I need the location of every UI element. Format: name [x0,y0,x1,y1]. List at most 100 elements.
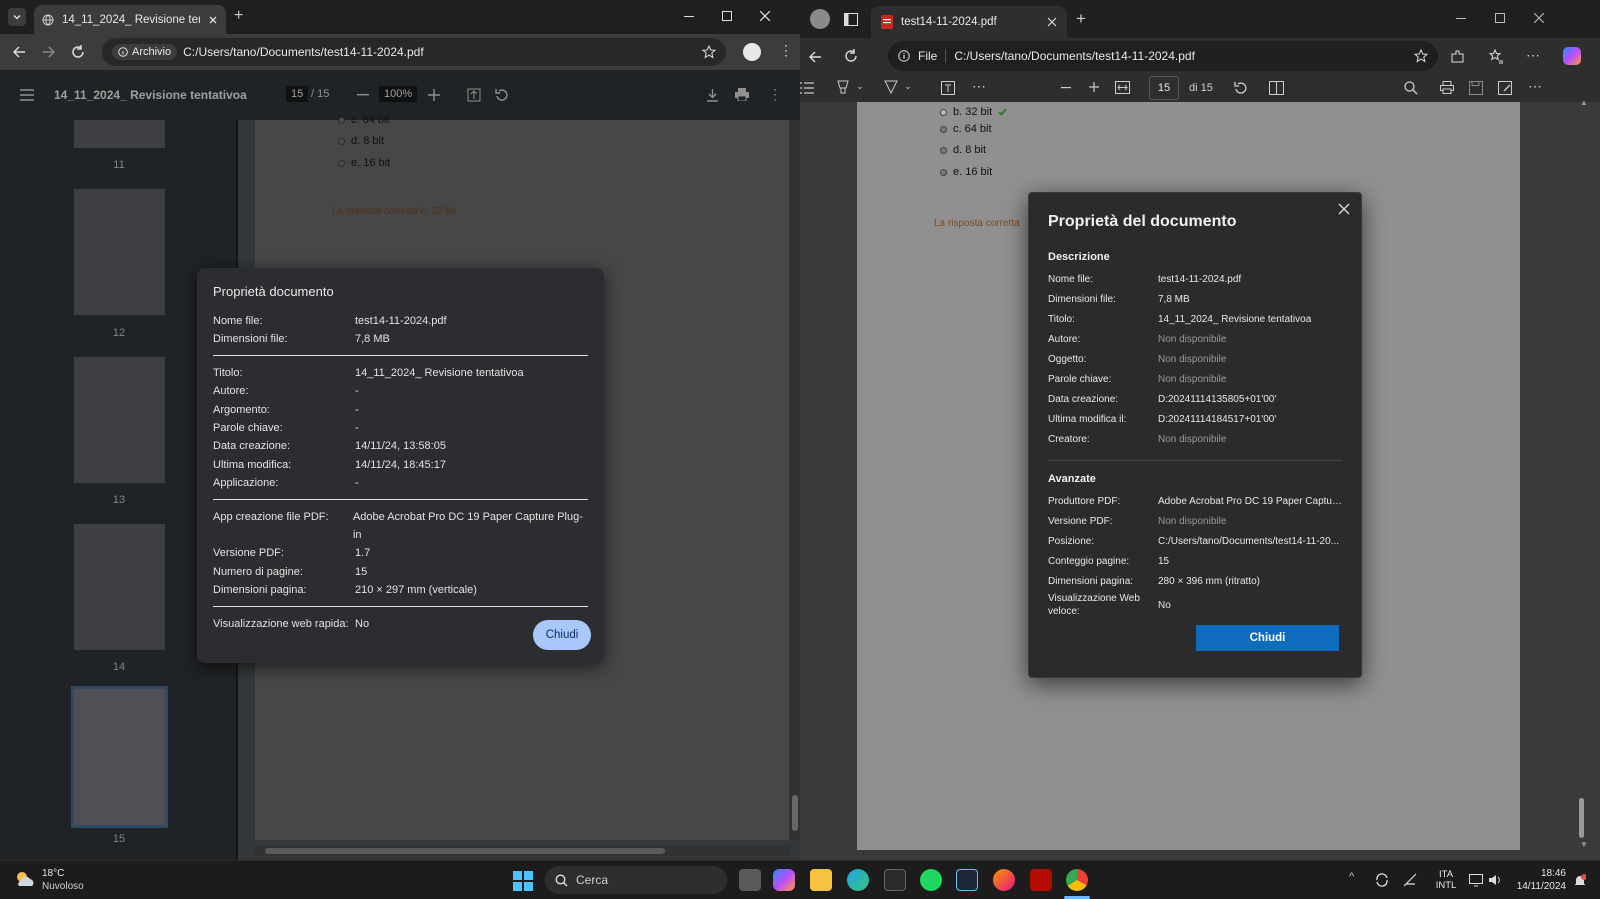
sync-icon[interactable] [1375,873,1389,887]
more-tools-icon[interactable]: ⋯ [972,79,986,93]
answer-option-selected: b. 32 bit [940,106,1007,118]
extensions-icon[interactable] [1450,49,1465,64]
tab-search-icon[interactable] [8,8,26,26]
globe-icon [42,14,54,26]
property-row: Dimensioni file: 7,8 MB [213,333,390,346]
close-button[interactable]: Chiudi [1196,625,1339,651]
close-button[interactable]: Chiudi [533,620,591,650]
menu-dots-icon[interactable]: ⋮ [779,43,793,57]
back-icon[interactable] [12,45,26,59]
notification-bell-icon[interactable] [1574,874,1586,887]
task-view-icon[interactable] [739,869,761,891]
new-tab-icon[interactable]: + [234,8,243,24]
dialog-title: Proprietà del documento [1048,213,1237,230]
back-icon[interactable] [808,50,822,64]
contents-list-icon[interactable] [800,81,816,95]
profile-avatar[interactable] [743,43,761,61]
weather-temperature[interactable]: 18°C [42,868,64,879]
tab-actions-icon[interactable] [844,13,858,26]
property-row: Titolo: 14_11_2024_ Revisione tentativoa [213,366,524,379]
section-description-heading: Descrizione [1048,251,1110,263]
language-primary: ITA [1438,869,1454,880]
display-icon[interactable] [1469,873,1483,887]
close-window-icon[interactable] [1534,13,1544,23]
favorites-icon[interactable] [1489,49,1504,64]
zoom-out-icon[interactable] [1061,87,1071,89]
language-indicator[interactable]: ITA INTL [1432,869,1460,891]
microsoft-store-icon[interactable] [884,869,906,891]
chrome-icon[interactable] [1066,869,1088,891]
minimize-icon[interactable] [684,16,694,18]
favorite-star-icon[interactable] [1414,49,1428,63]
close-window-icon[interactable] [760,11,770,21]
url-text: C:/Users/tano/Documents/test14-11-2024.p… [183,45,424,59]
copilot-icon[interactable] [773,869,795,891]
new-tab-icon[interactable]: + [1076,10,1086,27]
scroll-down-icon[interactable]: ▼ [1580,840,1588,849]
draw-dropdown-icon[interactable]: ⌄ [904,82,912,91]
print-icon[interactable] [1440,81,1454,94]
info-icon[interactable] [898,50,910,62]
file-explorer-icon[interactable] [810,869,832,891]
section-advanced-heading: Avanzate [1048,473,1096,485]
document-properties-dialog: Proprietà documento Nome file: test14-11-… [197,268,604,663]
pdf-toolbar: ⌄ ⌄ ⋯ 15 di 15 ⋯ [800,74,1600,102]
address-bar[interactable]: File C:/Users/tano/Documents/test14-11-2… [888,41,1438,71]
text-box-icon[interactable] [941,81,955,95]
weather-cloud-icon[interactable] [14,869,36,889]
profile-avatar[interactable] [810,9,830,29]
page-number-input[interactable]: 15 [1149,76,1179,100]
windows-taskbar: 18°C Nuvoloso Cerca ^ ITA INTL 18:46 14/… [0,860,1600,899]
settings-more-icon[interactable]: ⋯ [1526,48,1540,62]
save-as-icon[interactable] [1498,81,1512,95]
property-row: Argomento: - [213,403,359,416]
acrobat-icon[interactable] [1030,869,1052,891]
edge-icon[interactable] [847,869,869,891]
reload-icon[interactable] [844,49,858,63]
forward-icon[interactable] [42,45,56,59]
highlight-icon[interactable] [836,80,850,95]
divider [213,354,588,356]
fit-width-icon[interactable] [1115,81,1130,94]
highlight-dropdown-icon[interactable]: ⌄ [856,82,864,91]
close-tab-icon[interactable] [1047,17,1057,27]
property-row: Visualizzazione web rapida: No [213,617,370,630]
maximize-icon[interactable] [722,11,732,21]
taskbar-search-box[interactable]: Cerca [545,866,727,894]
save-icon[interactable] [1469,81,1483,95]
search-icon[interactable] [1404,81,1418,95]
spotify-icon[interactable] [920,869,942,891]
address-bar[interactable]: Archivio C:/Users/tano/Documents/test14-… [102,38,726,66]
network-disconnected-icon[interactable] [1403,873,1417,887]
clock[interactable]: 18:46 14/11/2024 [1512,867,1566,893]
star-icon[interactable] [702,45,716,59]
scrollbar-thumb[interactable] [1579,798,1584,838]
maximize-icon[interactable] [1495,13,1505,23]
copilot-icon[interactable] [1563,47,1581,65]
property-row: Produttore PDF: Adobe Acrobat Pro DC 19 P… [1048,496,1342,507]
reload-icon[interactable] [71,45,85,59]
site-info-chip[interactable]: Archivio [112,44,178,60]
volume-icon[interactable] [1488,873,1502,887]
more-options-icon[interactable]: ⋯ [1528,79,1542,93]
vertical-scrollbar[interactable]: ▲ ▼ [1575,98,1588,850]
tab-active[interactable]: 14_11_2024_ Revisione tentativ [34,5,226,34]
close-tab-icon[interactable] [208,15,218,25]
tab-title: test14-11-2024.pdf [901,16,997,28]
windows-start-icon[interactable] [513,871,533,891]
property-row: Titolo: 14_11_2024_ Revisione tentativoa [1048,314,1312,325]
page-view-icon[interactable] [1269,81,1284,95]
tab-active[interactable]: test14-11-2024.pdf [871,6,1067,38]
zoom-in-icon[interactable] [1089,82,1099,92]
rotate-icon[interactable] [1233,81,1247,95]
weather-description[interactable]: Nuvoloso [42,881,84,892]
draw-icon[interactable] [884,80,898,95]
steam-icon[interactable] [956,869,978,891]
minimize-icon[interactable] [1456,18,1466,20]
show-hidden-icons-icon[interactable]: ^ [1349,872,1354,883]
site-info-label: Archivio [132,46,172,58]
firefox-icon[interactable] [993,869,1015,891]
close-dialog-icon[interactable] [1338,203,1350,215]
scroll-up-icon[interactable]: ▲ [1580,98,1588,107]
property-row: Nome file: test14-11-2024.pdf [1048,274,1242,285]
